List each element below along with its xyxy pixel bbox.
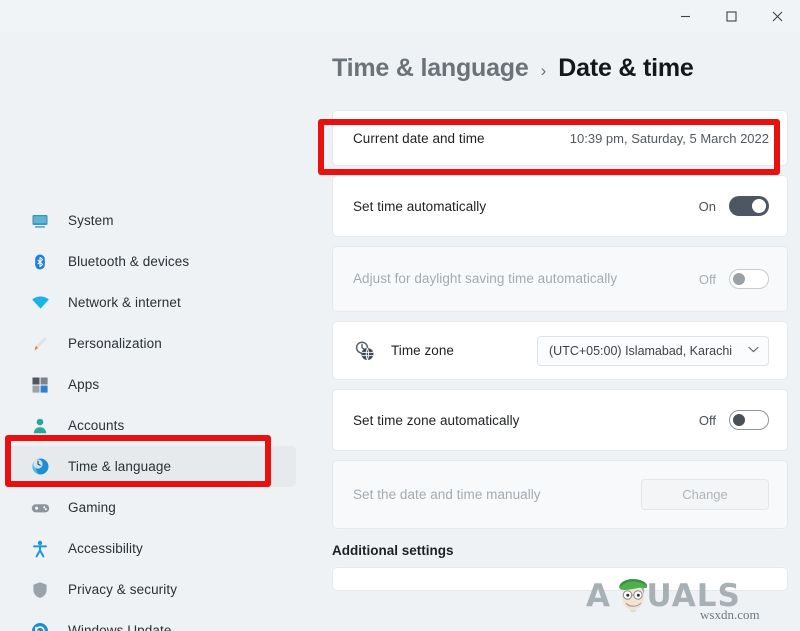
sidebar-item-label: Accounts <box>68 418 125 433</box>
sidebar-item-label: Apps <box>68 377 100 392</box>
monitor-icon <box>30 211 50 231</box>
set-time-automatically-toggle-wrap: On <box>699 196 769 216</box>
set-timezone-automatically-row[interactable]: Set time zone automatically Off <box>332 389 788 451</box>
breadcrumb: Time & language › Date & time <box>322 32 780 110</box>
maximize-button[interactable] <box>708 0 754 32</box>
sidebar-item-accounts[interactable]: Accounts <box>8 405 296 446</box>
change-button[interactable]: Change <box>641 479 769 510</box>
person-icon <box>30 416 50 436</box>
current-datetime-row: Current date and time 10:39 pm, Saturday… <box>332 110 788 166</box>
sidebar-item-privacy-security[interactable]: Privacy & security <box>8 569 296 610</box>
set-time-automatically-state: On <box>698 198 716 214</box>
daylight-saving-toggle <box>729 269 769 289</box>
sidebar-item-apps[interactable]: Apps <box>8 364 296 405</box>
mascot-icon <box>619 579 648 613</box>
page-title: Date & time <box>558 54 694 82</box>
sidebar-item-label: Personalization <box>68 336 162 351</box>
sidebar-item-label: Time & language <box>68 459 172 474</box>
sidebar-item-label: Accessibility <box>68 541 143 556</box>
daylight-saving-label: Adjust for daylight saving time automati… <box>353 271 618 287</box>
set-time-automatically-toggle[interactable] <box>729 196 769 216</box>
daylight-saving-toggle-wrap: Off <box>699 269 769 289</box>
sidebar-item-network-internet[interactable]: Network & internet <box>8 282 296 323</box>
shield-icon <box>30 580 50 600</box>
sidebar-item-system[interactable]: System <box>8 200 296 241</box>
sidebar-item-label: Windows Update <box>68 623 172 631</box>
wifi-icon <box>30 293 50 313</box>
daylight-saving-row: Adjust for daylight saving time automati… <box>332 246 788 312</box>
breadcrumb-separator-icon: › <box>540 61 547 80</box>
time-zone-row[interactable]: Time zone (UTC+05:00) Islamabad, Karachi <box>332 321 788 380</box>
sidebar-item-windows-update[interactable]: Windows Update <box>8 610 296 631</box>
sidebar-item-label: Privacy & security <box>68 582 178 597</box>
time-zone-label: Time zone <box>391 343 454 358</box>
sidebar-item-label: System <box>68 213 114 228</box>
set-timezone-automatically-state: Off <box>698 412 716 428</box>
current-datetime-value: 10:39 pm, Saturday, 5 March 2022 <box>569 130 769 146</box>
sidebar-item-accessibility[interactable]: Accessibility <box>8 528 296 569</box>
update-icon <box>30 621 50 631</box>
set-timezone-automatically-label: Set time zone automatically <box>353 412 520 428</box>
title-bar <box>0 0 800 32</box>
content-pane: Time & language › Date & time Current da… <box>310 32 800 631</box>
minimize-button[interactable] <box>662 0 708 32</box>
daylight-saving-state: Off <box>698 271 716 287</box>
gamepad-icon <box>30 498 50 518</box>
settings-window: System Bluetooth & devices Network & int… <box>0 0 800 631</box>
wsxdn-watermark: wsxdn.com <box>700 607 760 622</box>
globe-clock-icon <box>353 339 377 363</box>
additional-settings-heading: Additional settings <box>332 543 454 558</box>
close-button[interactable] <box>754 0 800 32</box>
set-time-automatically-row[interactable]: Set time automatically On <box>332 175 788 237</box>
current-datetime-label: Current date and time <box>353 130 485 146</box>
sidebar-item-time-language[interactable]: Time & language <box>8 446 296 487</box>
set-datetime-manually-row: Set the date and time manually Change <box>332 460 788 529</box>
time-zone-value: (UTC+05:00) Islamabad, Karachi <box>549 343 733 358</box>
breadcrumb-parent[interactable]: Time & language <box>332 54 529 83</box>
accessibility-icon <box>30 539 50 559</box>
sidebar-item-bluetooth-devices[interactable]: Bluetooth & devices <box>8 241 296 282</box>
globe-clock-icon <box>30 457 50 477</box>
bluetooth-icon <box>30 252 50 272</box>
set-datetime-manually-label: Set the date and time manually <box>353 486 541 502</box>
paintbrush-icon <box>30 334 50 354</box>
sidebar-item-gaming[interactable]: Gaming <box>8 487 296 528</box>
time-zone-select[interactable]: (UTC+05:00) Islamabad, Karachi <box>537 335 769 366</box>
set-time-automatically-label: Set time automatically <box>353 198 487 214</box>
chevron-down-icon <box>748 346 759 356</box>
set-timezone-automatically-toggle-wrap: Off <box>699 410 769 430</box>
sidebar-item-label: Bluetooth & devices <box>68 254 190 269</box>
sidebar: System Bluetooth & devices Network & int… <box>0 32 310 631</box>
apps-icon <box>30 375 50 395</box>
sidebar-item-label: Gaming <box>68 500 116 515</box>
sidebar-item-personalization[interactable]: Personalization <box>8 323 296 364</box>
sidebar-item-label: Network & internet <box>68 295 181 310</box>
set-timezone-automatically-toggle[interactable] <box>729 410 769 430</box>
